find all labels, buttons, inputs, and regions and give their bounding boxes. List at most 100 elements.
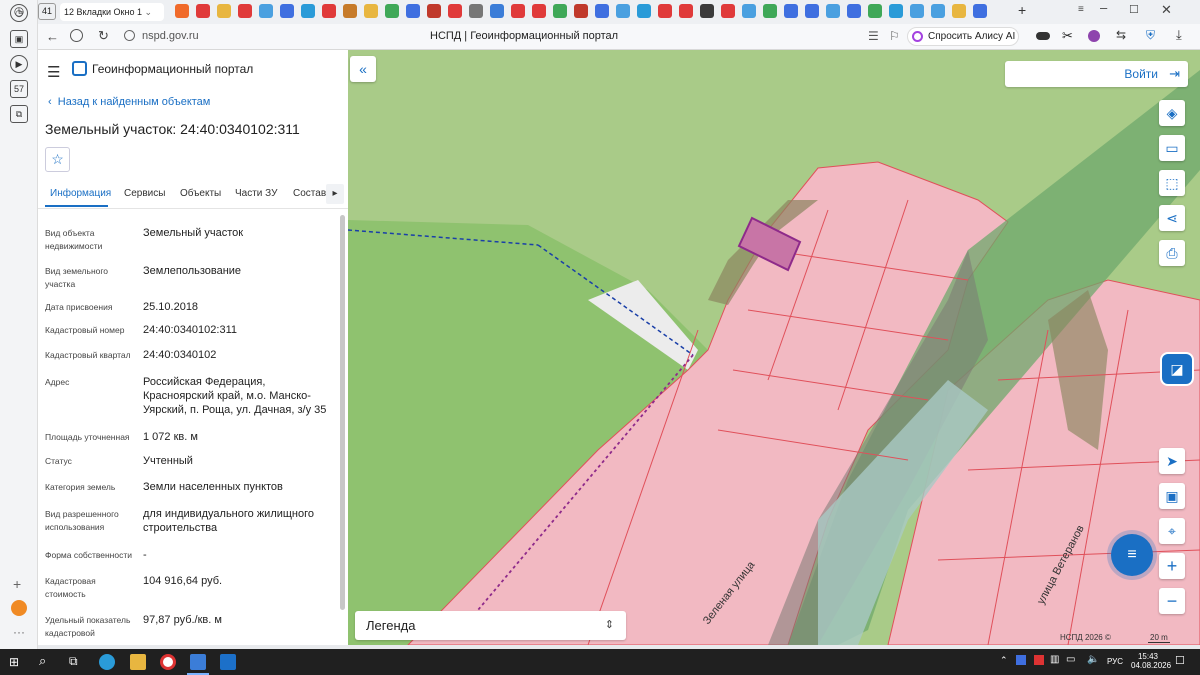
tab-favicon[interactable] bbox=[763, 4, 777, 18]
tab-favicon[interactable] bbox=[364, 4, 378, 18]
play-icon[interactable]: ▶ bbox=[10, 55, 28, 73]
add-icon[interactable]: + bbox=[13, 576, 21, 592]
tab-favicon[interactable] bbox=[910, 4, 924, 18]
favorite-button[interactable]: ☆ bbox=[45, 147, 70, 172]
measure-button[interactable]: ▭ bbox=[1159, 135, 1185, 161]
tab-favicon[interactable] bbox=[658, 4, 672, 18]
tab-group[interactable]: 12 Вкладки Окно 1 ⌄ bbox=[60, 3, 164, 21]
tab-favicon[interactable] bbox=[406, 4, 420, 18]
chat-button[interactable]: ≡ bbox=[1111, 534, 1153, 576]
browser-app-icon[interactable] bbox=[190, 654, 206, 670]
collections-icon[interactable]: ▣ bbox=[10, 30, 28, 48]
screenshot-icon[interactable]: ⧉ bbox=[10, 105, 28, 123]
tab-favicon[interactable] bbox=[868, 4, 882, 18]
tab-composition[interactable]: Состав bbox=[293, 188, 326, 199]
print-button[interactable]: ⎙ bbox=[1159, 240, 1185, 266]
tab-favicon[interactable] bbox=[259, 4, 273, 18]
tab-favicon[interactable] bbox=[196, 4, 210, 18]
new-tab-icon[interactable]: + bbox=[1018, 2, 1026, 18]
search-icon[interactable]: ⌕ bbox=[39, 653, 46, 669]
zoom-out-button[interactable]: − bbox=[1159, 588, 1185, 614]
tab-favicon[interactable] bbox=[280, 4, 294, 18]
ask-alice-button[interactable]: Спросить Алису AI bbox=[907, 27, 1019, 46]
tab-favicon[interactable] bbox=[595, 4, 609, 18]
edge-icon[interactable] bbox=[99, 654, 115, 670]
tab-favicon[interactable] bbox=[721, 4, 735, 18]
network-icon[interactable]: ▥ bbox=[1050, 654, 1059, 665]
more-icon[interactable]: ··· bbox=[13, 625, 25, 639]
select-area-button[interactable]: ⬚ bbox=[1159, 170, 1185, 196]
tabs-scroll-right-button[interactable]: ▸ bbox=[326, 184, 344, 204]
tab-favicon[interactable] bbox=[217, 4, 231, 18]
yandex-icon[interactable] bbox=[160, 654, 176, 670]
hamburger-icon[interactable]: ☰ bbox=[47, 63, 60, 81]
protect-icon[interactable] bbox=[70, 29, 83, 42]
legend-toggle[interactable]: Легенда ⇕ bbox=[355, 611, 626, 640]
explorer-icon[interactable] bbox=[130, 654, 146, 670]
map-canvas[interactable]: Зеленая улица улица Ветеранов bbox=[348, 50, 1200, 645]
translate-icon[interactable]: ⇆ bbox=[1116, 28, 1126, 42]
reader-icon[interactable]: ☰ bbox=[868, 29, 879, 43]
downloads-icon[interactable]: ⤓ bbox=[1176, 27, 1182, 43]
assistant-icon[interactable] bbox=[11, 600, 27, 616]
tab-favicon[interactable] bbox=[784, 4, 798, 18]
tab-favicon[interactable] bbox=[616, 4, 630, 18]
tab-favicon[interactable] bbox=[427, 4, 441, 18]
tab-favicon[interactable] bbox=[448, 4, 462, 18]
back-to-results-link[interactable]: ‹ Назад к найденным объектам bbox=[48, 96, 210, 108]
menu-icon[interactable]: ≡ bbox=[1078, 4, 1084, 15]
minimap-button[interactable]: ▣ bbox=[1159, 483, 1185, 509]
map-view[interactable]: Зеленая улица улица Ветеранов « Войти ⇥ … bbox=[348, 50, 1200, 645]
tab-favicon[interactable] bbox=[826, 4, 840, 18]
tab-favicon[interactable] bbox=[469, 4, 483, 18]
extension-icon[interactable] bbox=[1036, 32, 1050, 40]
geolocate-button[interactable]: ➤ bbox=[1159, 448, 1185, 474]
clock[interactable]: 15:43 04.08.2026 bbox=[1131, 652, 1171, 670]
tab-favicon[interactable] bbox=[322, 4, 336, 18]
vpn-icon[interactable] bbox=[1088, 30, 1100, 42]
tab-favicon[interactable] bbox=[679, 4, 693, 18]
windows-start-icon[interactable]: ⊞ bbox=[9, 655, 19, 669]
bookmark-icon[interactable]: ⚐ bbox=[889, 29, 900, 43]
tab-objects[interactable]: Объекты bbox=[180, 188, 221, 199]
tab-favicon[interactable] bbox=[238, 4, 252, 18]
tab-favicon[interactable] bbox=[553, 4, 567, 18]
tools-icon[interactable]: ✂ bbox=[1062, 28, 1073, 44]
tab-favicon[interactable] bbox=[343, 4, 357, 18]
minimize-icon[interactable]: – bbox=[1100, 0, 1107, 15]
tab-favicon[interactable] bbox=[175, 4, 189, 18]
tab-parts[interactable]: Части ЗУ bbox=[235, 188, 277, 199]
tray-app-icon[interactable] bbox=[1016, 655, 1026, 665]
scrollbar[interactable] bbox=[340, 215, 345, 610]
layers-button[interactable]: ◈ bbox=[1159, 100, 1185, 126]
tab-favicon[interactable] bbox=[805, 4, 819, 18]
tab-favicon[interactable] bbox=[637, 4, 651, 18]
tab-favicon[interactable] bbox=[889, 4, 903, 18]
clock-icon[interactable]: ◷ bbox=[0, 4, 38, 18]
tab-favicon[interactable] bbox=[511, 4, 525, 18]
collapse-panel-button[interactable]: « bbox=[350, 56, 376, 82]
tab-favicon[interactable] bbox=[700, 4, 714, 18]
zoom-in-button[interactable]: + bbox=[1159, 553, 1185, 579]
tab-info[interactable]: Информация bbox=[50, 188, 111, 199]
share-button[interactable]: ⋖ bbox=[1159, 205, 1185, 231]
tab-favicon[interactable] bbox=[973, 4, 987, 18]
volume-icon[interactable]: 🔈 bbox=[1087, 654, 1099, 665]
tab-favicon[interactable] bbox=[385, 4, 399, 18]
tab-count[interactable]: 41 bbox=[38, 3, 56, 20]
maximize-icon[interactable]: ☐ bbox=[1129, 3, 1139, 16]
tab-favicon[interactable] bbox=[931, 4, 945, 18]
street-view-button[interactable]: ⌖ bbox=[1159, 518, 1185, 544]
tab-favicon[interactable] bbox=[742, 4, 756, 18]
tab-services[interactable]: Сервисы bbox=[124, 188, 165, 199]
notifications-icon[interactable]: ☐ bbox=[1175, 654, 1185, 667]
tab-favicon[interactable] bbox=[532, 4, 546, 18]
shield-icon[interactable]: ⛨ bbox=[1146, 28, 1155, 43]
tab-favicon[interactable] bbox=[847, 4, 861, 18]
task-view-icon[interactable]: ⧉ bbox=[69, 654, 78, 669]
reload-icon[interactable]: ↻ bbox=[98, 28, 109, 44]
language-indicator[interactable]: РУС bbox=[1107, 657, 1123, 666]
url-text[interactable]: nspd.gov.ru bbox=[142, 30, 199, 42]
site-info-icon[interactable] bbox=[124, 30, 135, 41]
tray-chevron-icon[interactable]: ⌃ bbox=[1000, 655, 1008, 666]
